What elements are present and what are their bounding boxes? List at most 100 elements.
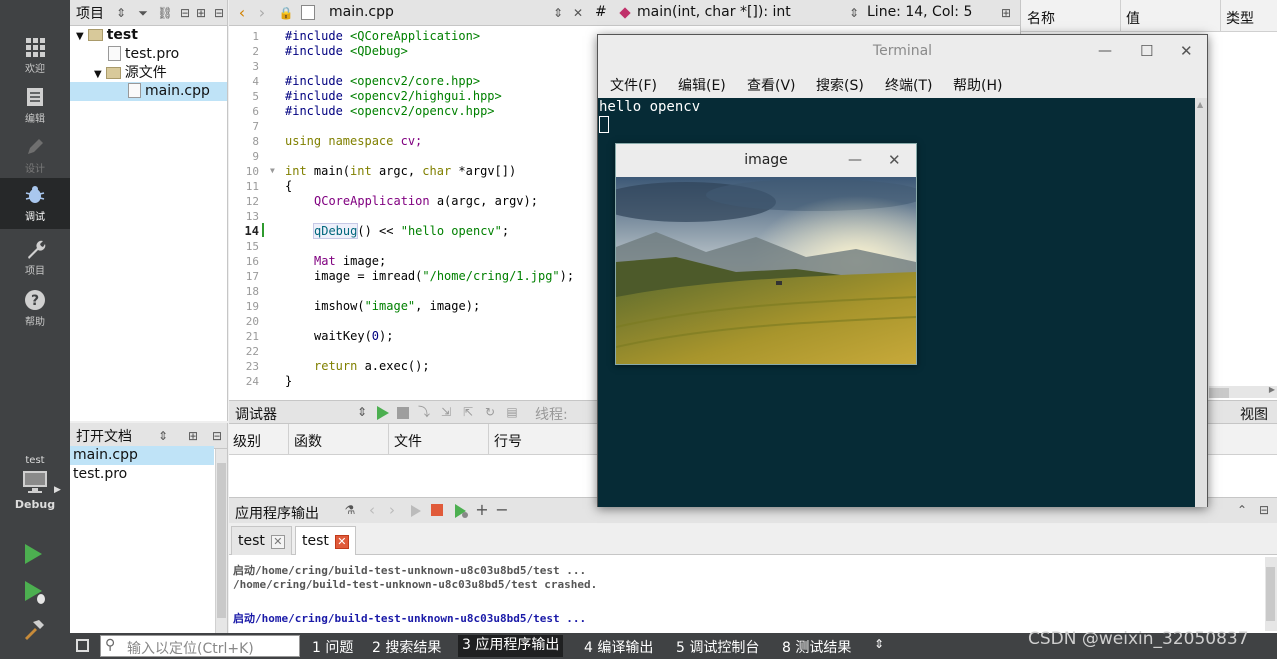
maximize-icon[interactable]: ☐ — [1140, 35, 1153, 67]
pane-debugger-console[interactable]: 5 调试控制台 — [676, 637, 759, 657]
add-split-icon[interactable]: ⊞ — [192, 4, 210, 22]
prev-icon[interactable]: ‹ — [363, 501, 381, 519]
menu-terminal[interactable]: 终端(T) — [885, 75, 932, 95]
stop-debug-icon[interactable] — [397, 407, 409, 419]
updown-icon[interactable]: ⇕ — [845, 4, 863, 22]
mode-design[interactable]: 设计 — [0, 130, 70, 178]
zoom-in-icon[interactable]: + — [473, 501, 491, 519]
updown-icon[interactable]: ⇕ — [549, 4, 567, 22]
tree-item-pro[interactable]: test.pro — [108, 45, 179, 64]
scroll-right-icon[interactable]: ▶ — [1269, 385, 1275, 394]
menu-edit[interactable]: 编辑(E) — [678, 75, 726, 95]
mode-welcome[interactable]: 欢迎 — [0, 30, 70, 78]
menu-file[interactable]: 文件(F) — [610, 75, 657, 95]
menu-search[interactable]: 搜索(S) — [816, 75, 864, 95]
maximize-pane-icon[interactable]: ⌃ — [1233, 501, 1251, 519]
continue-debug-icon[interactable] — [375, 405, 391, 421]
stop-button[interactable] — [431, 504, 443, 516]
open-doc-main-cpp[interactable]: main.cpp — [70, 446, 214, 465]
updown-icon[interactable]: ⇕ — [154, 427, 172, 445]
forward-arrow-icon[interactable]: › — [253, 4, 271, 22]
pane-compile-output[interactable]: 4 编译输出 — [584, 637, 653, 657]
current-file-selector[interactable]: main.cpp — [329, 4, 394, 20]
toggle-sidebar-icon[interactable] — [76, 639, 89, 652]
target-selector[interactable]: test Debug ▶ — [0, 455, 70, 511]
column-line[interactable]: 行号 — [494, 431, 522, 451]
column-type[interactable]: 类型 — [1226, 8, 1254, 28]
close-tab-icon[interactable]: ✕ — [270, 535, 285, 549]
step-over-icon[interactable]: ⤵ — [415, 403, 433, 421]
menu-help[interactable]: 帮助(H) — [953, 75, 1002, 95]
pane-app-output[interactable]: 3 应用程序输出 — [458, 635, 564, 657]
column-function[interactable]: 函数 — [294, 431, 322, 451]
mode-edit[interactable]: 编辑 — [0, 80, 70, 128]
cursor-position[interactable]: Line: 14, Col: 5 — [867, 4, 972, 20]
minimize-icon[interactable]: — — [848, 144, 862, 176]
output-tab-active[interactable]: test ✕ — [295, 526, 356, 555]
debug-run-button[interactable] — [22, 580, 48, 606]
scroll-thumb[interactable] — [217, 463, 226, 618]
mode-help[interactable]: ? 帮助 — [0, 283, 70, 331]
zoom-out-icon[interactable]: − — [493, 501, 511, 519]
docs-scrollbar[interactable] — [215, 449, 227, 633]
horizontal-scrollbar[interactable]: ▶ — [1209, 385, 1277, 398]
add-split-icon[interactable]: ⊞ — [184, 427, 202, 445]
tree-item-sources[interactable]: ▼ 源文件 — [94, 64, 167, 83]
tree-project-root[interactable]: ▼ test — [76, 26, 138, 45]
terminal-scrollbar[interactable]: ▲ — [1195, 98, 1207, 507]
restart-icon[interactable]: ↻ — [481, 403, 499, 421]
tree-item-main-cpp[interactable]: main.cpp — [70, 82, 227, 101]
column-value[interactable]: 值 — [1126, 8, 1140, 28]
attach-icon[interactable]: ⚗ — [341, 501, 359, 519]
scroll-thumb[interactable] — [1209, 388, 1229, 398]
build-hammer-button[interactable] — [22, 618, 46, 642]
column-level[interactable]: 级别 — [233, 431, 261, 451]
step-out-icon[interactable]: ⇱ — [459, 403, 477, 421]
output-scrollbar[interactable] — [1265, 557, 1277, 631]
debugger-title[interactable]: 调试器 — [235, 404, 277, 424]
back-arrow-icon[interactable]: ‹ — [233, 4, 251, 22]
updown-icon[interactable]: ⇕ — [874, 637, 884, 651]
filter-icon[interactable]: ⏷ — [134, 4, 152, 22]
instruction-mode-icon[interactable]: ▤ — [503, 403, 521, 421]
updown-icon[interactable]: ⇕ — [112, 4, 130, 22]
close-panel-icon[interactable]: ⊟ — [208, 427, 226, 445]
pane-test-results[interactable]: 8 测试结果 — [782, 637, 851, 657]
image-titlebar[interactable]: image — ✕ — [616, 144, 916, 177]
column-name[interactable]: 名称 — [1027, 8, 1055, 28]
fold-arrow-icon[interactable]: ▼ — [270, 166, 275, 175]
image-window[interactable]: image — ✕ — [615, 143, 917, 365]
close-file-icon[interactable]: ✕ — [569, 4, 587, 22]
symbol-hash[interactable]: # — [595, 4, 607, 20]
mode-debug[interactable]: 调试 — [0, 178, 70, 229]
run-button[interactable] — [22, 543, 44, 565]
close-icon[interactable]: ✕ — [888, 144, 901, 176]
project-view-selector[interactable]: 项目 — [76, 3, 104, 23]
mode-projects[interactable]: 项目 — [0, 232, 70, 280]
scroll-up-icon[interactable]: ▲ — [1197, 100, 1203, 109]
column-file[interactable]: 文件 — [394, 431, 422, 451]
symbol-selector[interactable]: main(int, char *[]): int — [637, 4, 791, 20]
debug-run-icon[interactable] — [453, 503, 469, 519]
step-into-icon[interactable]: ⇲ — [437, 403, 455, 421]
close-panel-icon[interactable]: ⊟ — [210, 4, 228, 22]
output-tab[interactable]: test ✕ — [231, 526, 292, 555]
split-editor-icon[interactable]: ⊞ — [997, 4, 1015, 22]
pane-search-results[interactable]: 2 搜索结果 — [372, 637, 441, 657]
scroll-thumb[interactable] — [1266, 567, 1275, 621]
terminal-titlebar[interactable]: Terminal — ☐ ✕ — [598, 35, 1207, 69]
close-pane-icon[interactable]: ⊟ — [1255, 501, 1273, 519]
updown-icon[interactable]: ⇕ — [353, 403, 371, 421]
link-icon[interactable]: ⛓ — [156, 4, 174, 22]
rerun-icon[interactable] — [409, 504, 423, 518]
close-icon[interactable]: ✕ — [1180, 35, 1193, 67]
menu-view[interactable]: 查看(V) — [747, 75, 796, 95]
close-tab-icon[interactable]: ✕ — [334, 535, 349, 549]
open-doc-test-pro[interactable]: test.pro — [73, 465, 127, 484]
locator-input[interactable]: ⚲ 输入以定位(Ctrl+K) — [100, 635, 300, 657]
app-output-log[interactable]: 启动/home/cring/build-test-unknown-u8c03u8… — [229, 555, 1277, 633]
next-icon[interactable]: › — [383, 501, 401, 519]
docs-title[interactable]: 打开文档 — [76, 426, 132, 446]
minimize-icon[interactable]: — — [1098, 35, 1112, 67]
pane-issues[interactable]: 1 问题 — [312, 637, 353, 657]
